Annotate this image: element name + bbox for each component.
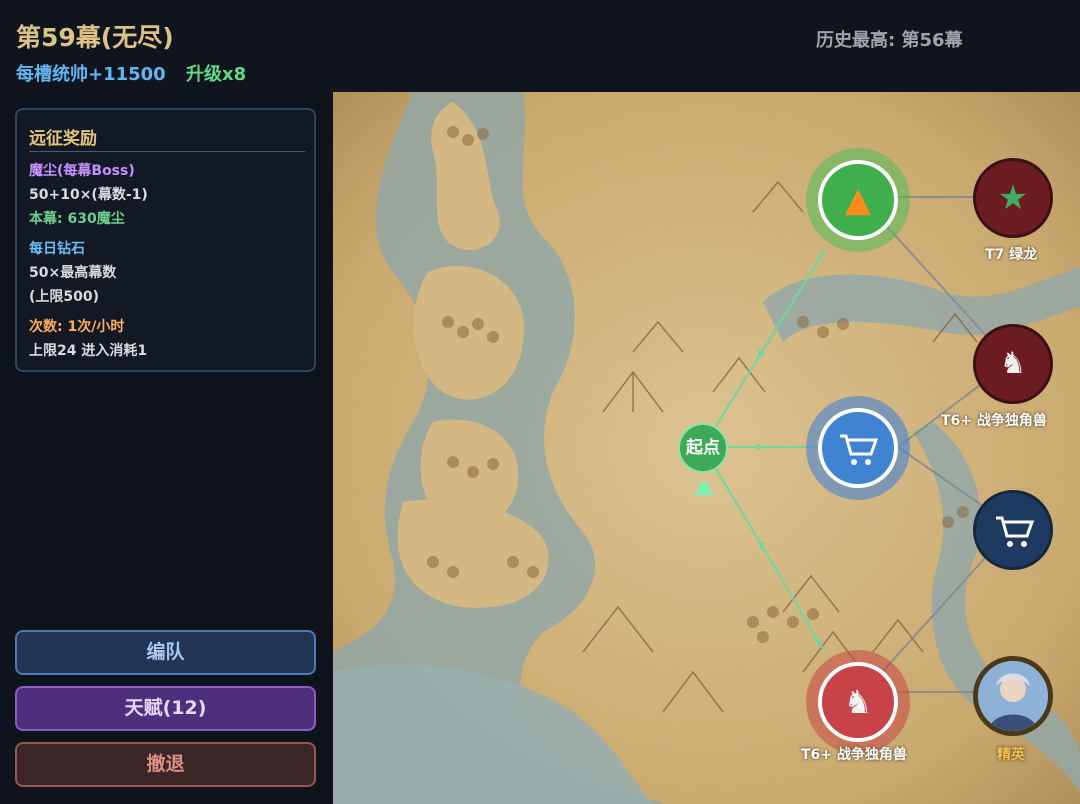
unicorn-icon: ♞ <box>818 662 898 742</box>
diamond-header: 每日钻石 <box>29 241 85 257</box>
dust-header: 魔尘(每幕Boss) <box>29 163 135 179</box>
retreat-button[interactable]: 撤退 <box>15 742 316 787</box>
cart-icon <box>818 408 898 488</box>
top-bar: 第59幕(无尽) 每槽统帅+11500 升级x8 历史最高: 第56幕 <box>0 0 1080 92</box>
dragon-icon: ★ <box>997 178 1029 218</box>
unicorn-boss-label: T6+ 战争独角兽 <box>801 747 907 763</box>
slot-bonus: 每槽统帅+11500 <box>16 64 166 85</box>
elite-label: 精英 <box>997 747 1025 763</box>
stage-title: 第59幕(无尽) <box>16 23 174 52</box>
expedition-reward-panel: 远征奖励 魔尘(每幕Boss) 50+10×(幕数-1) 本幕: 630魔尘 每… <box>15 108 316 372</box>
attempts: 次数: 1次/小时 <box>29 319 125 335</box>
start-node[interactable]: 起点 <box>678 423 728 473</box>
unicorn-boss-node[interactable]: ♞ <box>806 650 910 754</box>
reward-panel-title: 远征奖励 <box>29 129 97 149</box>
shop-node[interactable] <box>806 396 910 500</box>
unicorn-right-label: T6+ 战争独角兽 <box>941 413 1047 429</box>
attempts-note: 上限24 进入消耗1 <box>29 343 148 359</box>
start-label: 起点 <box>686 438 720 458</box>
divider <box>29 151 305 152</box>
diamond-cap: (上限500) <box>29 289 100 305</box>
unicorn-icon: ♞ <box>999 346 1027 381</box>
fire-icon: ▲ <box>818 160 898 240</box>
green-dragon-node[interactable]: ★ <box>973 158 1053 238</box>
shop-node-right[interactable] <box>973 490 1053 570</box>
talent-button[interactable]: 天赋(12) <box>15 686 316 731</box>
unicorn-node-right[interactable]: ♞ <box>973 324 1053 404</box>
dust-current: 本幕: 630魔尘 <box>29 211 125 227</box>
campfire-node[interactable]: ▲ <box>806 148 910 252</box>
green-dragon-label: T7 绿龙 <box>985 247 1038 263</box>
diamond-formula: 50×最高幕数 <box>29 265 117 281</box>
upgrade-count: 升级x8 <box>186 64 247 85</box>
elite-node[interactable] <box>973 656 1053 736</box>
hero-portrait-icon <box>978 661 1048 731</box>
expedition-map: 起点 ▲ ♞ T6+ 战争独角兽 ★ T7 绿龙 ♞ T6+ 战争独角兽 精英 <box>333 92 1080 804</box>
team-button[interactable]: 编队 <box>15 630 316 675</box>
best-record: 历史最高: 第56幕 <box>816 30 963 51</box>
player-marker-icon <box>694 479 714 495</box>
dust-formula: 50+10×(幕数-1) <box>29 187 148 203</box>
